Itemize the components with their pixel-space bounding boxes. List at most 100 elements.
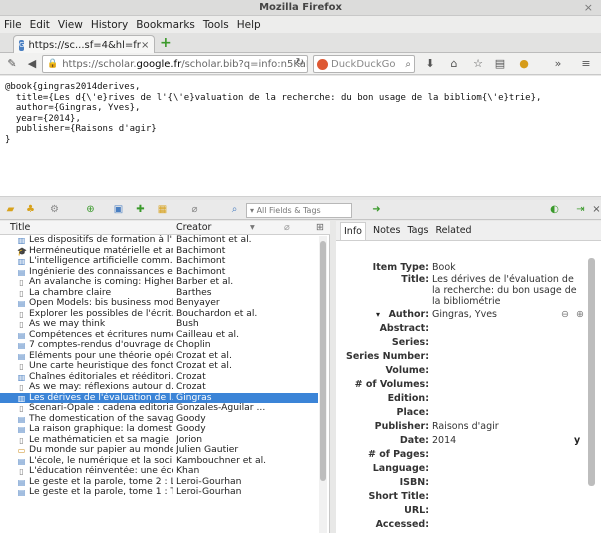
tab-close-icon[interactable]: × (141, 40, 149, 51)
table-row[interactable]: ▯ As we may: réflexions autour d... Crozat (0, 382, 318, 393)
table-row[interactable]: ▯ Le mathématicien et sa magie :... Jorion (0, 435, 318, 446)
table-row[interactable]: ▯ Explorer les possibles de l'écrit... Bou… (0, 309, 318, 320)
search-bar[interactable]: DuckDuckGo ⌕ (313, 55, 415, 73)
field-value[interactable]: Les dérives de l'évaluation de la recher… (432, 274, 580, 307)
item-creator: Choplin (176, 340, 211, 350)
table-row[interactable]: 🎓 Herméneutique matérielle et ar... Bachim… (0, 246, 318, 257)
hamburger-menu-icon[interactable]: ≡ (578, 56, 594, 72)
new-group-icon[interactable]: ♣ (24, 204, 37, 216)
search-icon[interactable]: ⌕ (405, 59, 411, 70)
table-row[interactable]: ▥ Les dispositifs de formation à l'... Bac… (0, 235, 318, 246)
download-icon[interactable]: ⬇ (422, 56, 438, 72)
field-label: Publisher: (374, 421, 429, 432)
table-row[interactable]: ▯ As we may think Bush (0, 319, 318, 330)
attachment-column-icon[interactable]: ⌀ (284, 222, 290, 233)
field-label: Short Title: (368, 491, 429, 502)
field-value[interactable]: Book (432, 262, 580, 273)
tab-related[interactable]: Related (435, 225, 471, 236)
new-item-icon[interactable]: ⊕ (84, 204, 97, 216)
item-title: La chambre claire (29, 287, 112, 298)
table-row[interactable]: ▤ Le geste et la parole, tome 2 : L... Ler… (0, 477, 318, 488)
item-title: L'intelligence artificielle comm... (29, 256, 173, 266)
add-by-identifier-icon[interactable]: ▣ (112, 204, 125, 216)
items-scrollbar[interactable] (319, 236, 327, 533)
table-row[interactable]: ▤ Compétences et écritures numé... Caillea… (0, 330, 318, 341)
book-icon: ▥ (17, 236, 26, 245)
bibtex-content: @book{gingras2014derives, title={Les d{\… (0, 76, 601, 196)
field-value[interactable]: Raisons d'agir (432, 421, 580, 432)
field-value[interactable]: Gingras, Yves (432, 309, 580, 320)
overflow-chevron-icon[interactable]: » (550, 56, 566, 72)
new-note-icon[interactable]: ✚ (134, 204, 147, 216)
items-list: ▥ Les dispositifs de formation à l'... Bac… (0, 235, 318, 498)
tab-tags[interactable]: Tags (407, 225, 428, 236)
item-creator: Leroi-Gourhan (176, 487, 242, 497)
table-row[interactable]: ▯ L'éducation réinventée: une éco... Khan (0, 466, 318, 477)
column-title[interactable]: Title (10, 222, 30, 233)
table-row[interactable]: ▤ Éléments pour une théorie opér... Crozat… (0, 351, 318, 362)
menu-edit[interactable]: Edit (30, 19, 50, 31)
tab-notes[interactable]: Notes (373, 225, 400, 236)
sync-arrow-icon[interactable]: ➜ (370, 204, 383, 216)
column-creator[interactable]: Creator (176, 222, 211, 233)
extension-icon[interactable]: ● (516, 56, 532, 72)
menu-view[interactable]: View (58, 19, 83, 31)
table-row[interactable]: ▤ The domestication of the savag... Goody (0, 414, 318, 425)
table-row[interactable]: ▯ An avalanche is coming: Higher... Barber… (0, 277, 318, 288)
home-icon[interactable]: ⌂ (446, 56, 462, 72)
url-prefix: https://scholar. (62, 58, 137, 70)
item-creator: Khan (176, 466, 200, 476)
menu-history[interactable]: History (91, 19, 128, 31)
field-value[interactable]: 2014 (432, 435, 580, 446)
menu-tools[interactable]: Tools (203, 19, 229, 31)
menu-bookmarks[interactable]: Bookmarks (136, 19, 195, 31)
item-title: Open Models: bis business mod... (29, 298, 173, 308)
zotero-icon[interactable]: ✎ (4, 56, 20, 72)
new-tab-plus-icon[interactable]: + (160, 36, 173, 50)
document-icon: ▯ (19, 288, 24, 298)
window-close-button[interactable]: × (584, 0, 593, 16)
tab-scholar[interactable]: G https://sc...sf=4&hl=fr × (13, 35, 155, 54)
table-row[interactable]: ▯ Scenari-Opale : cadena editorial... Gonz… (0, 403, 318, 414)
table-row[interactable]: ▤ Ingénierie des connaissances et... Bachi… (0, 267, 318, 278)
sync-status-icon[interactable]: ◐ (548, 204, 561, 216)
reading-list-icon[interactable]: ▤ (492, 56, 508, 72)
item-creator: Barthes (176, 287, 212, 298)
table-row[interactable]: ▯ La chambre claire Barthes (0, 288, 318, 299)
url-bar[interactable]: 🔒 https://scholar. google.fr/scholar.bib?… (42, 55, 308, 73)
attachment-icon[interactable]: ▦ (156, 204, 169, 216)
table-row[interactable]: ▥ Chaînes éditoriales et rééditori... Croz… (0, 372, 318, 383)
new-collection-icon[interactable]: ▰ (4, 204, 17, 216)
item-creator: Bachimont (176, 266, 226, 277)
tab-info[interactable]: Info (340, 221, 366, 240)
items-scrollbar-thumb[interactable] (320, 241, 326, 481)
search-magnifier-icon[interactable]: ⌕ (228, 204, 241, 216)
table-row[interactable]: ▤ 7 comptes-rendus d'ouvrage de... Choplin (0, 340, 318, 351)
menu-help[interactable]: Help (237, 19, 261, 31)
creator-type-chevron-icon[interactable]: ▾ (376, 309, 380, 320)
lock-icon: 🔒 (47, 59, 59, 69)
back-arrow-icon[interactable]: ◀ (24, 56, 40, 72)
item-title: Explorer les possibles de l'écrit... (29, 308, 173, 319)
actions-gear-icon[interactable]: ⚙ (48, 204, 61, 216)
table-row[interactable]: ▥ L'intelligence artificielle comm... Bach… (0, 256, 318, 267)
table-row[interactable]: ▤ L'école, le numérique et la soci... Kamb… (0, 456, 318, 467)
bookmark-star-icon[interactable]: ☆ (470, 56, 486, 72)
reload-icon[interactable]: ↻ (296, 57, 304, 68)
table-row[interactable]: ▯ Une carte heuristique des foncti... Croz… (0, 361, 318, 372)
table-row[interactable]: ▭ Du monde sur papier au monde... Julien G… (0, 445, 318, 456)
item-title: Chaînes éditoriales et rééditori... (29, 371, 173, 382)
sort-chevron-icon[interactable]: ▾ (250, 222, 255, 233)
menu-file[interactable]: File (4, 19, 22, 31)
zotero-search-input[interactable]: ▾ All Fields & Tags (246, 203, 352, 218)
table-row[interactable]: ▥ Les dérives de l'évaluation de l... Ging… (0, 392, 318, 403)
zotero-close-icon[interactable]: × (590, 204, 601, 216)
table-row[interactable]: ▤ Le geste et la parole, tome 1 : T... Ler… (0, 487, 318, 498)
journal-icon: ▤ (17, 330, 26, 340)
table-row[interactable]: ▤ La raison graphique: la domesti... Goody (0, 424, 318, 435)
fullscreen-icon[interactable]: ⇥ (574, 204, 587, 216)
table-row[interactable]: ▤ Open Models: bis business mod... Benyaye… (0, 298, 318, 309)
detail-scrollbar[interactable] (588, 258, 595, 486)
link-icon[interactable]: ⌀ (188, 204, 201, 216)
column-picker-icon[interactable]: ⊞ (316, 222, 324, 233)
